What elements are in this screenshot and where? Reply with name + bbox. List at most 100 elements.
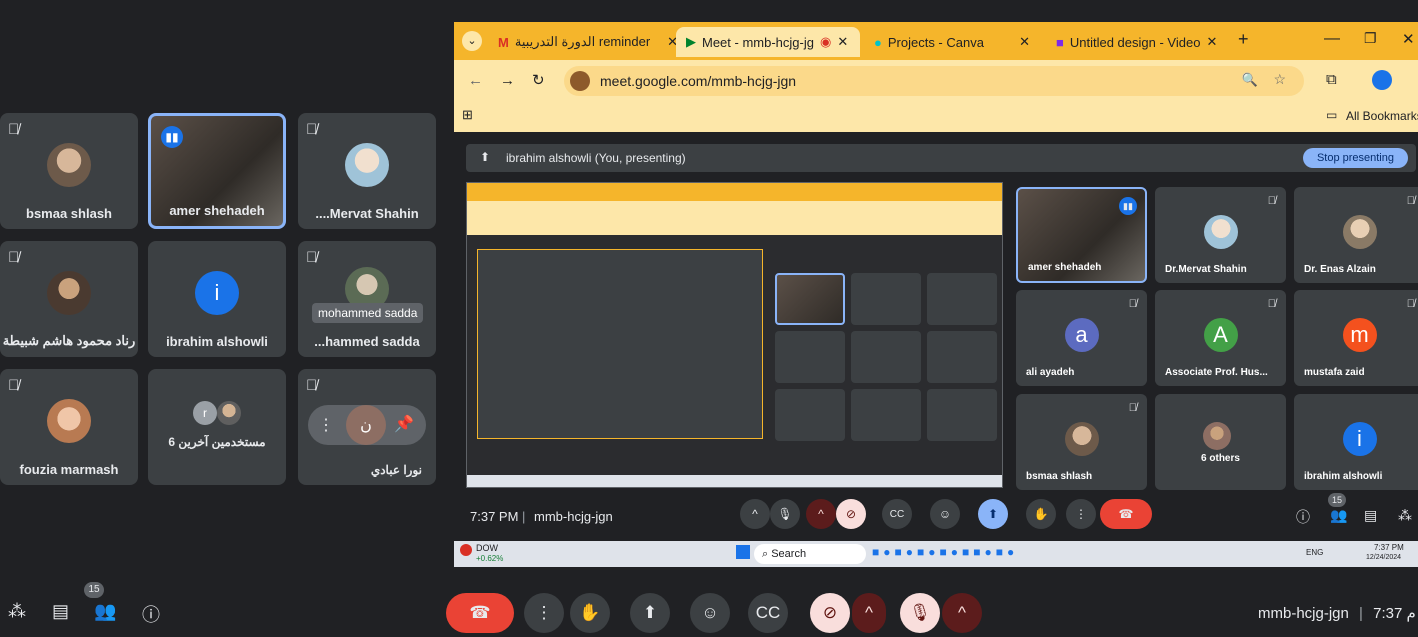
inner-captions-button[interactable]: CC <box>882 499 912 529</box>
stock-widget-icon <box>460 544 472 556</box>
inner-mic-options-button[interactable]: ^ <box>740 499 770 529</box>
meeting-info: mmb-hcjg-jgn | 7:37 م <box>1258 604 1416 622</box>
chevron-up-icon: ^ <box>865 603 873 622</box>
participant-tile[interactable]: 🎙̸ A Associate Prof. Hus... <box>1155 290 1286 386</box>
participant-name: نورا عبادي <box>370 463 422 477</box>
reactions-button[interactable]: ☺ <box>690 593 730 633</box>
all-bookmarks-link[interactable]: All Bookmarks <box>1346 109 1418 123</box>
zoom-icon[interactable]: 🔍 <box>1242 72 1258 88</box>
camera-options-button[interactable]: ^ <box>852 593 886 633</box>
tab-gmail[interactable]: M الدورة التدريبية reminder ✕ <box>488 27 688 57</box>
inner-present-button[interactable]: ⬆ <box>978 499 1008 529</box>
inner-camera-button[interactable]: ⊘ <box>836 499 866 529</box>
canva-video-icon: ■ <box>1056 34 1064 50</box>
participant-tile[interactable]: 🎙̸ bsmaa shlash <box>1016 394 1147 490</box>
taskbar-search-field[interactable]: ⌕ Search <box>754 544 866 564</box>
participant-tile[interactable]: 🎙̸ fouzia marmash <box>0 369 138 485</box>
minimize-icon[interactable]: — <box>1324 30 1340 48</box>
more-options-button[interactable]: ⋮ <box>524 593 564 633</box>
mic-off-icon: 🎙̸ <box>1267 195 1276 207</box>
people-icon[interactable]: 👥 <box>94 601 116 622</box>
participant-name: amer shehadeh <box>169 203 265 218</box>
inner-hand-button[interactable]: ✋ <box>1026 499 1056 529</box>
avatar <box>1202 422 1231 450</box>
apps-grid-icon[interactable]: ⊞ <box>462 107 473 123</box>
url-field[interactable]: meet.google.com/mmb-hcjg-jgn 🔍 ☆ <box>564 66 1304 96</box>
present-icon: ⬆ <box>642 603 658 622</box>
activities-icon[interactable]: ⁂ <box>8 601 26 622</box>
inner-more-button[interactable]: ⋮ <box>1066 499 1096 529</box>
participant-tile-active[interactable]: ▮▮ amer shehadeh <box>148 113 286 229</box>
close-icon[interactable]: ✕ <box>1206 34 1217 50</box>
inner-mic-button[interactable]: 🎙 <box>770 499 800 529</box>
avatar: m <box>1342 318 1377 352</box>
participant-tile[interactable]: 🎙̸ ⋮ ن 📌 نورا عبادي <box>298 369 436 485</box>
profile-icon[interactable] <box>1372 70 1392 90</box>
close-icon[interactable]: ✕ <box>837 34 848 50</box>
mic-off-icon: 🎙̸ <box>8 249 20 266</box>
stock-label: DOW <box>476 543 498 553</box>
inner-tile <box>775 273 845 325</box>
close-window-icon[interactable]: ✕ <box>1402 30 1415 48</box>
raise-hand-button[interactable]: ✋ <box>570 593 610 633</box>
restore-icon[interactable]: ❐ <box>1364 30 1377 47</box>
captions-button[interactable]: CC <box>748 593 788 633</box>
participant-name: ....Mervat Shahin <box>315 206 419 221</box>
leave-call-button[interactable]: ☎ <box>446 593 514 633</box>
avatar <box>345 143 389 187</box>
taskbar-app-icons[interactable]: ■●■●■●■●■■●■● <box>872 545 1018 559</box>
tab-label: الدورة التدريبية reminder <box>514 34 651 49</box>
participant-tile[interactable]: 🎙̸ Dr. Enas Alzain <box>1294 187 1418 283</box>
avatar: a <box>1064 318 1099 352</box>
participant-tile[interactable]: 🎙̸ mohammed sadda ...hammed sadda <box>298 241 436 357</box>
participant-name: رناد محمود هاشم شبيطة <box>2 333 136 348</box>
participant-tile[interactable]: 🎙̸ Dr.Mervat Shahin <box>1155 187 1286 283</box>
participant-name: amer shehadeh <box>1028 262 1102 273</box>
extensions-icon[interactable]: ⧉ <box>1326 71 1337 88</box>
close-icon[interactable]: ✕ <box>1019 34 1030 50</box>
reload-icon[interactable]: ↻ <box>532 71 545 89</box>
participant-tile[interactable]: 🎙̸ رناد محمود هاشم شبيطة <box>0 241 138 357</box>
inner-camera-options-button[interactable]: ^ <box>806 499 836 529</box>
participant-tile[interactable]: 🎙̸ a ali ayadeh <box>1016 290 1147 386</box>
back-icon[interactable]: ← <box>468 72 483 89</box>
participant-tile[interactable]: 🎙̸ m mustafa zaid <box>1294 290 1418 386</box>
camera-toggle-button[interactable]: ⊘ <box>810 593 850 633</box>
avatar <box>1203 215 1238 249</box>
windows-start-icon[interactable] <box>736 545 750 559</box>
pin-icon[interactable]: 📌 <box>394 414 414 434</box>
present-button[interactable]: ⬆ <box>630 593 670 633</box>
participant-tile[interactable]: r 6 مستخدمين آخرين <box>148 369 286 485</box>
info-icon[interactable]: ⓘ <box>142 601 160 627</box>
inner-people-icon[interactable]: 👥 <box>1330 507 1347 524</box>
inner-reactions-button[interactable]: ☺ <box>930 499 960 529</box>
inner-chat-icon[interactable]: ▤ <box>1364 507 1377 524</box>
inner-leave-button[interactable]: ☎ <box>1100 499 1152 529</box>
participant-tile[interactable]: 6 others <box>1155 394 1286 490</box>
participant-tile[interactable]: 🎙̸ bsmaa shlash <box>0 113 138 229</box>
mic-options-button[interactable]: ^ <box>942 593 982 633</box>
participant-tile[interactable]: i ibrahim alshowli <box>1294 394 1418 490</box>
bookmark-star-icon[interactable]: ☆ <box>1273 71 1286 88</box>
inner-meeting-code: mmb-hcjg-jgn <box>534 509 613 524</box>
address-bar: ← → ↻ meet.google.com/mmb-hcjg-jgn 🔍 ☆ ⧉ <box>454 60 1418 102</box>
tab-meet[interactable]: ▶ Meet - mmb-hcjg-jg ◉ ✕ <box>676 27 860 57</box>
chevron-up-icon: ^ <box>958 603 966 622</box>
new-tab-icon[interactable]: + <box>1238 29 1249 50</box>
more-options-icon[interactable]: ⋮ <box>318 415 334 435</box>
tab-canva-video[interactable]: ■ Untitled design - Video ✕ <box>1046 27 1224 57</box>
stop-presenting-button[interactable]: Stop presenting <box>1302 148 1408 168</box>
participant-tile[interactable]: 🎙̸ ....Mervat Shahin <box>298 113 436 229</box>
shared-browser-window: ⌄ M الدورة التدريبية reminder ✕ ▶ Meet -… <box>454 22 1418 579</box>
chat-icon[interactable]: ▤ <box>52 601 69 622</box>
tab-canva-projects[interactable]: ● Projects - Canva ✕ <box>864 27 1040 57</box>
tab-search-icon[interactable]: ⌄ <box>462 31 482 51</box>
participant-tile[interactable]: i ibrahim alshowli <box>148 241 286 357</box>
forward-icon[interactable]: → <box>500 72 515 89</box>
participant-tile-active[interactable]: ▮▮ amer shehadeh <box>1016 187 1147 283</box>
participant-name: 6 others <box>1201 453 1240 464</box>
inner-info-icon[interactable]: ⓘ <box>1296 507 1310 527</box>
inner-activities-icon[interactable]: ⁂ <box>1398 507 1412 524</box>
mic-toggle-button[interactable]: 🎙 <box>900 593 940 633</box>
meet-presenting-view: ⬆ ibrahim alshowli (You, presenting) Sto… <box>454 132 1418 579</box>
